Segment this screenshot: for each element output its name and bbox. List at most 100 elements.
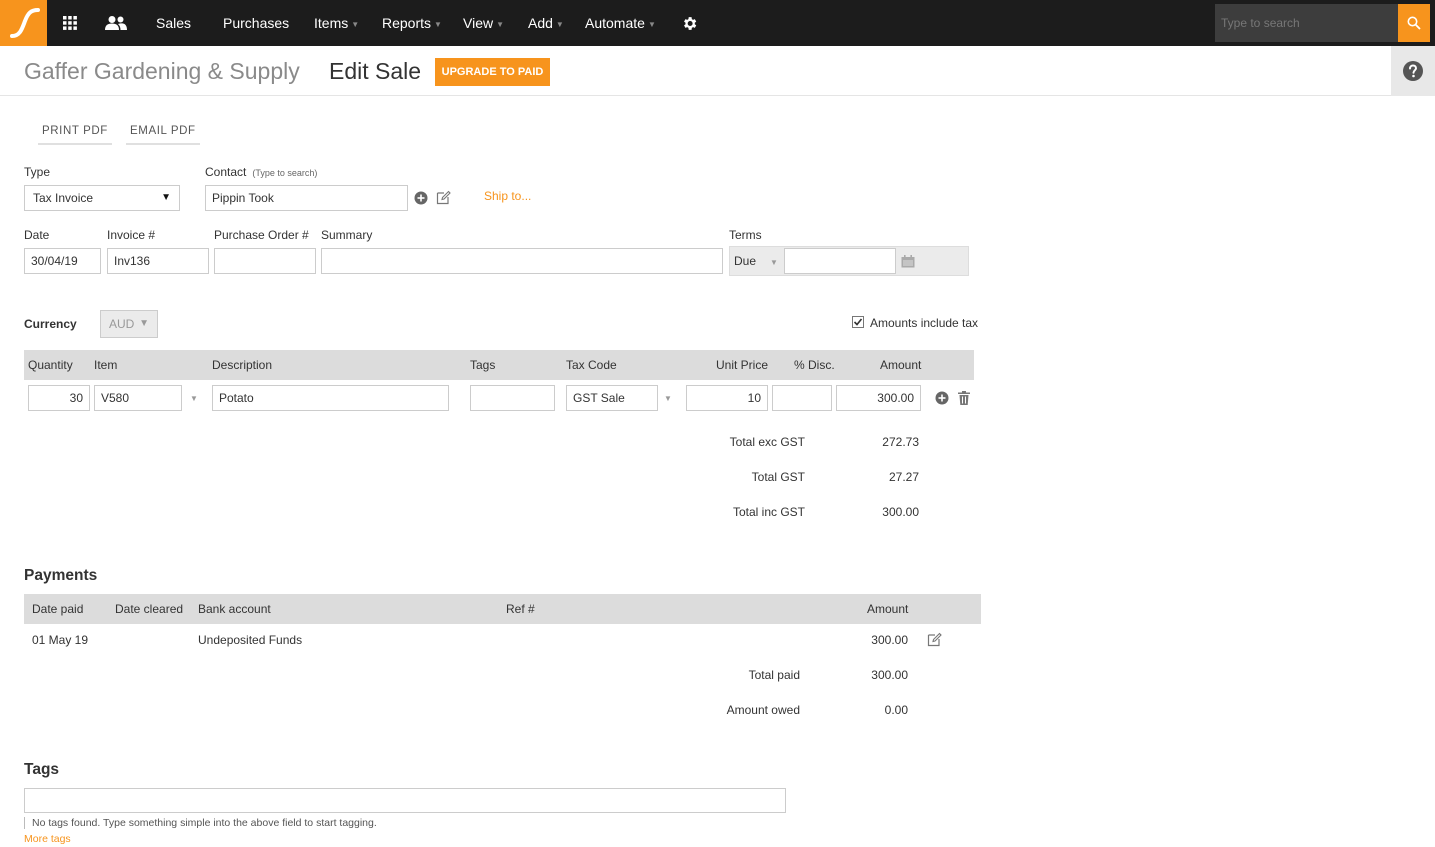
summary-input[interactable] xyxy=(321,248,723,274)
payment-bank-account: Undeposited Funds xyxy=(198,633,303,647)
line-description-input[interactable]: Potato xyxy=(212,385,449,411)
nav-sales[interactable]: Sales xyxy=(156,0,191,46)
tags-title: Tags xyxy=(24,761,60,778)
col-date-cleared: Date cleared xyxy=(115,602,184,616)
col-date-paid: Date paid xyxy=(32,602,84,616)
line-quantity-input[interactable]: 30 xyxy=(28,385,90,411)
edit-contact-icon[interactable] xyxy=(436,190,451,205)
total-exc-gst-value: 272.73 xyxy=(882,435,919,449)
caret-down-icon: ▼ xyxy=(139,318,149,329)
calendar-icon[interactable] xyxy=(900,253,916,269)
upgrade-button[interactable]: UPGRADE TO PAID xyxy=(435,58,550,86)
summary-label: Summary xyxy=(321,228,373,242)
col-quantity: Quantity xyxy=(28,358,73,372)
tags-hint: No tags found. Type something simple int… xyxy=(24,817,377,829)
terms-caret-icon[interactable]: ▼ xyxy=(770,258,778,267)
delete-line-trash-icon[interactable] xyxy=(957,390,970,405)
tags-input[interactable] xyxy=(24,788,786,813)
logo-swoosh-icon xyxy=(10,8,40,38)
col-item: Item xyxy=(94,358,118,372)
amounts-include-tax-label: Amounts include tax xyxy=(870,316,979,330)
nav-reports[interactable]: Reports ▼ xyxy=(382,0,442,46)
page-header: Gaffer Gardening & Supply Edit Sale UPGR… xyxy=(0,46,1435,96)
search-button[interactable] xyxy=(1398,4,1430,42)
contact-hint: (Type to search) xyxy=(252,168,318,178)
amounts-include-tax-checkbox[interactable] xyxy=(852,316,864,328)
help-question-icon xyxy=(1403,61,1423,81)
col-ref: Ref # xyxy=(506,602,535,616)
col-tags: Tags xyxy=(470,358,496,372)
contact-input[interactable]: Pippin Took xyxy=(205,185,408,211)
currency-label: Currency xyxy=(24,317,77,331)
apps-grid-icon[interactable] xyxy=(58,0,82,46)
date-input[interactable]: 30/04/19 xyxy=(24,248,101,274)
invoice-number-label: Invoice # xyxy=(107,228,156,242)
top-nav-bar: Sales Purchases Items ▼ Reports ▼ View ▼ Ad… xyxy=(0,0,1435,46)
edit-payment-icon[interactable] xyxy=(927,632,942,647)
terms-label: Terms xyxy=(729,228,762,242)
chevron-down-icon: ▼ xyxy=(647,20,656,29)
payments-table-header: Date paid Date cleared Bank account Ref … xyxy=(24,594,981,624)
more-tags-link[interactable]: More tags xyxy=(24,833,71,845)
help-button[interactable] xyxy=(1391,46,1435,96)
nav-automate[interactable]: Automate ▼ xyxy=(585,0,656,46)
payments-title: Payments xyxy=(24,567,98,584)
chevron-down-icon: ▼ xyxy=(434,20,442,29)
terms-date-input[interactable] xyxy=(784,248,896,274)
line-tax-code-caret-icon[interactable]: ▼ xyxy=(664,394,672,403)
caret-down-icon: ▼ xyxy=(161,192,171,203)
payment-date-paid: 01 May 19 xyxy=(32,633,89,647)
nav-items[interactable]: Items ▼ xyxy=(314,0,359,46)
currency-select[interactable]: AUD ▼ xyxy=(100,310,158,338)
line-item-caret-icon[interactable]: ▼ xyxy=(190,394,198,403)
settings-gear-icon[interactable] xyxy=(679,0,699,46)
lines-table-header: Quantity Item Description Tags Tax Code … xyxy=(24,350,974,380)
app-logo[interactable] xyxy=(0,0,47,46)
line-tax-code-input[interactable]: GST Sale xyxy=(566,385,658,411)
col-discount: % Disc. xyxy=(794,358,835,372)
line-item-input[interactable]: V580 xyxy=(94,385,182,411)
total-exc-gst-label: Total exc GST xyxy=(729,435,805,449)
nav-purchases[interactable]: Purchases xyxy=(223,0,289,46)
print-pdf-button[interactable]: PRINT PDF xyxy=(38,119,112,145)
email-pdf-button[interactable]: EMAIL PDF xyxy=(126,119,200,145)
company-name: Gaffer Gardening & Supply xyxy=(24,58,300,84)
nav-add[interactable]: Add ▼ xyxy=(528,0,564,46)
nav-view[interactable]: View ▼ xyxy=(463,0,504,46)
chevron-down-icon: ▼ xyxy=(351,20,360,29)
chevron-down-icon: ▼ xyxy=(496,20,505,29)
purchase-order-label: Purchase Order # xyxy=(214,228,309,242)
purchase-order-input[interactable] xyxy=(214,248,316,274)
search-icon xyxy=(1407,16,1421,30)
total-inc-gst-label: Total inc GST xyxy=(732,505,805,519)
payment-amount: 300.00 xyxy=(871,633,908,647)
page-title: Edit Sale xyxy=(329,58,422,84)
ship-to-link[interactable]: Ship to... xyxy=(484,189,531,203)
col-tax-code: Tax Code xyxy=(566,358,617,372)
search-input[interactable] xyxy=(1215,4,1398,42)
total-inc-gst-value: 300.00 xyxy=(882,505,919,519)
line-discount-input[interactable] xyxy=(772,385,832,411)
add-line-plus-icon[interactable] xyxy=(935,391,949,405)
date-label: Date xyxy=(24,228,50,242)
total-paid-value: 300.00 xyxy=(871,668,908,682)
type-label: Type xyxy=(24,165,51,179)
total-paid-label: Total paid xyxy=(748,668,800,682)
amount-owed-label: Amount owed xyxy=(726,703,800,717)
chevron-down-icon: ▼ xyxy=(555,20,564,29)
col-bank-account: Bank account xyxy=(198,602,271,616)
total-gst-value: 27.27 xyxy=(888,470,919,484)
col-amount: Amount xyxy=(880,358,922,372)
terms-select[interactable]: Due xyxy=(734,254,756,268)
invoice-number-input[interactable]: Inv136 xyxy=(107,248,209,274)
contact-label: Contact (Type to search) xyxy=(205,165,318,179)
amount-owed-value: 0.00 xyxy=(884,703,908,717)
type-select[interactable]: Tax Invoice ▼ xyxy=(24,185,180,211)
line-tags-input[interactable] xyxy=(470,385,555,411)
line-amount-input[interactable]: 300.00 xyxy=(836,385,921,411)
contacts-people-icon[interactable] xyxy=(102,0,130,46)
line-unit-price-input[interactable]: 10 xyxy=(686,385,768,411)
col-unit-price: Unit Price xyxy=(716,358,769,372)
total-gst-label: Total GST xyxy=(751,470,805,484)
add-contact-plus-icon[interactable] xyxy=(414,191,428,205)
